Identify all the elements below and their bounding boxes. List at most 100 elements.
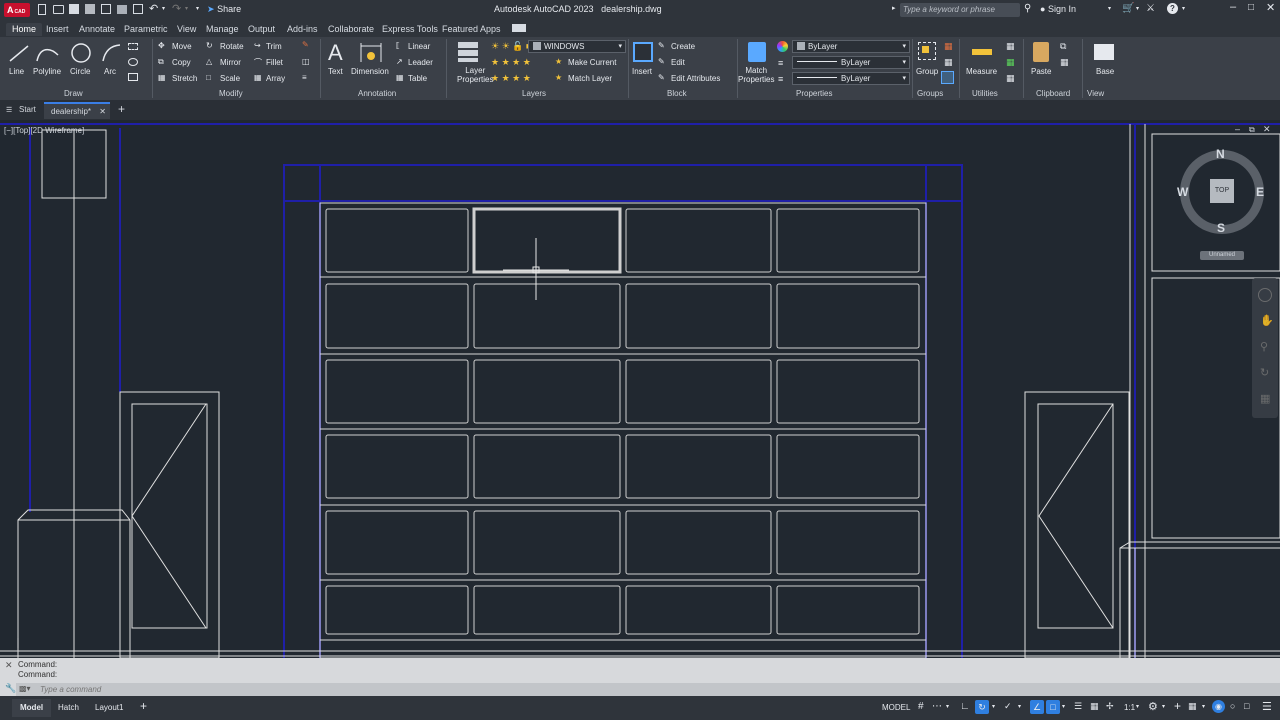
web-mobile-icon[interactable]: [101, 4, 111, 14]
group-button[interactable]: Group: [914, 40, 940, 86]
layer-dropdown[interactable]: WINDOWS ▾: [528, 40, 626, 53]
polar-icon[interactable]: ↻: [975, 700, 989, 714]
scale-button[interactable]: □ Scale: [206, 73, 240, 83]
color-dropdown[interactable]: ByLayer ▾: [792, 40, 910, 53]
selected-panel[interactable]: [472, 207, 622, 274]
door-glass-panel[interactable]: [325, 208, 469, 273]
array-button[interactable]: ▦ Array: [254, 73, 285, 83]
save-as-icon[interactable]: [85, 4, 95, 14]
object-snap-tracking-icon[interactable]: ∠: [1030, 700, 1044, 714]
viewcube-top-face[interactable]: TOP: [1210, 179, 1234, 203]
edit-attributes-button[interactable]: ✎ Edit Attributes: [658, 73, 720, 83]
ucs-menu[interactable]: Unnamed: [1200, 251, 1244, 260]
lineweight-icon[interactable]: ≡: [778, 74, 783, 84]
insert-block-button[interactable]: Insert: [631, 40, 655, 86]
arc-tool[interactable]: Arc: [100, 41, 122, 85]
door-glass-panel[interactable]: [625, 585, 772, 635]
door-glass-panel[interactable]: [473, 434, 621, 499]
door-glass-panel[interactable]: [776, 510, 920, 575]
file-tabs-menu-icon[interactable]: ☰: [6, 106, 12, 114]
text-button[interactable]: A Text: [325, 40, 347, 84]
cart-icon[interactable]: 🛒: [1122, 3, 1134, 14]
active-document-tab[interactable]: dealership* ✕: [44, 102, 110, 119]
base-view-button[interactable]: Base: [1090, 40, 1120, 86]
help-dropdown-icon[interactable]: ▾: [1182, 5, 1185, 12]
command-input[interactable]: [40, 683, 440, 696]
layout-tab-model[interactable]: Model: [12, 699, 52, 717]
command-input-box[interactable]: ▩▾: [16, 683, 1280, 696]
hardware-acceleration-icon[interactable]: ◉: [1212, 700, 1225, 713]
annotation-scale[interactable]: 1:1: [1124, 703, 1135, 712]
paste-button[interactable]: Paste: [1028, 40, 1054, 86]
orbit-icon[interactable]: ↻: [1260, 366, 1269, 379]
group-edit-icon[interactable]: ▦: [944, 57, 953, 68]
help-search-input[interactable]: Type a keyword or phrase: [900, 3, 1020, 17]
customize-command-icon[interactable]: 🔧: [5, 683, 16, 694]
cart-dropdown-icon[interactable]: ▾: [1136, 5, 1139, 12]
viewport-controls[interactable]: [−][Top][2D Wireframe]: [4, 126, 84, 135]
layer-state-icons[interactable]: ☀ ☀ 🔓 ■: [491, 41, 531, 52]
ribbon-minimize-icon[interactable]: [512, 24, 526, 32]
group-select-icon[interactable]: [941, 71, 954, 84]
door-glass-panel[interactable]: [625, 359, 772, 424]
door-glass-panel[interactable]: [776, 359, 920, 424]
steering-wheel-icon[interactable]: [1258, 288, 1272, 302]
door-glass-panel[interactable]: [325, 359, 469, 424]
undo-icon[interactable]: ↶: [149, 2, 158, 15]
boundary-icon[interactable]: [128, 73, 138, 81]
new-icon[interactable]: [38, 4, 46, 15]
layers-panel-title[interactable]: Layers: [522, 89, 546, 98]
draw-panel-title[interactable]: Draw: [64, 89, 83, 98]
tab-view[interactable]: View: [177, 23, 196, 36]
customize-qat-icon[interactable]: ▾: [196, 5, 199, 12]
calculator-icon[interactable]: ▦: [1006, 73, 1015, 84]
start-tab[interactable]: Start: [19, 105, 36, 114]
tab-parametric[interactable]: Parametric: [124, 23, 168, 36]
explode-icon[interactable]: ◫: [302, 57, 310, 66]
zoom-extents-icon[interactable]: ⚲: [1260, 340, 1268, 353]
door-glass-panel[interactable]: [625, 283, 772, 349]
door-glass-panel[interactable]: [473, 585, 621, 635]
match-properties-button[interactable]: Match Properties: [738, 40, 774, 86]
lineweight-toggle-icon[interactable]: ☰: [1074, 701, 1082, 712]
door-glass-panel[interactable]: [776, 585, 920, 635]
door-glass-panel[interactable]: [325, 510, 469, 575]
object-snap-icon[interactable]: □: [1046, 700, 1060, 714]
units-dropdown-icon[interactable]: ▾: [1202, 703, 1205, 710]
showmotion-icon[interactable]: ▦: [1260, 392, 1270, 405]
sign-in-dropdown-icon[interactable]: ▾: [1108, 5, 1111, 12]
lineweight-dropdown[interactable]: ByLayer ▾: [792, 72, 910, 85]
share-button[interactable]: ➤ Share: [207, 4, 241, 15]
annotation-panel-title[interactable]: Annotation: [358, 89, 396, 98]
edit-block-button[interactable]: ✎ Edit: [658, 57, 685, 67]
block-panel-title[interactable]: Block: [667, 89, 687, 98]
selection-cycling-icon[interactable]: ✢: [1106, 701, 1114, 712]
copy-button[interactable]: ⧉ Copy: [158, 57, 191, 67]
pan-icon[interactable]: ✋: [1260, 314, 1274, 327]
copy-clip-icon[interactable]: ⧉: [1060, 41, 1066, 52]
open-icon[interactable]: [53, 5, 64, 14]
viewport-minimize-icon[interactable]: –: [1235, 124, 1240, 134]
move-button[interactable]: ✥ Move: [158, 41, 192, 51]
rectangle-icon[interactable]: [128, 43, 138, 50]
view-panel-title[interactable]: View: [1087, 89, 1104, 98]
annotation-monitor-icon[interactable]: +: [1174, 699, 1181, 713]
door-glass-panel[interactable]: [473, 208, 621, 273]
save-icon[interactable]: [69, 4, 79, 14]
door-glass-panel[interactable]: [473, 283, 621, 349]
door-glass-panel[interactable]: [473, 359, 621, 424]
snap-icon[interactable]: ⋯: [932, 701, 942, 712]
workspace-dropdown-icon[interactable]: ▾: [1162, 703, 1165, 710]
dimension-button[interactable]: Dimension: [350, 40, 392, 84]
tab-annotate[interactable]: Annotate: [79, 23, 115, 36]
tab-add-ins[interactable]: Add-ins: [287, 23, 318, 36]
compass-east[interactable]: E: [1256, 185, 1264, 199]
hatch-icon[interactable]: [128, 58, 138, 66]
print-icon[interactable]: [117, 5, 127, 14]
help-icon[interactable]: ?: [1167, 3, 1178, 14]
linetype-dropdown[interactable]: ByLayer ▾: [792, 56, 910, 69]
color-wheel-icon[interactable]: [777, 41, 788, 52]
drawing-viewport[interactable]: [−][Top][2D Wireframe] – ⧉ ✕ TOP N S E W…: [0, 120, 1280, 658]
close-button[interactable]: ✕: [1266, 1, 1275, 14]
door-glass-panel[interactable]: [625, 510, 772, 575]
